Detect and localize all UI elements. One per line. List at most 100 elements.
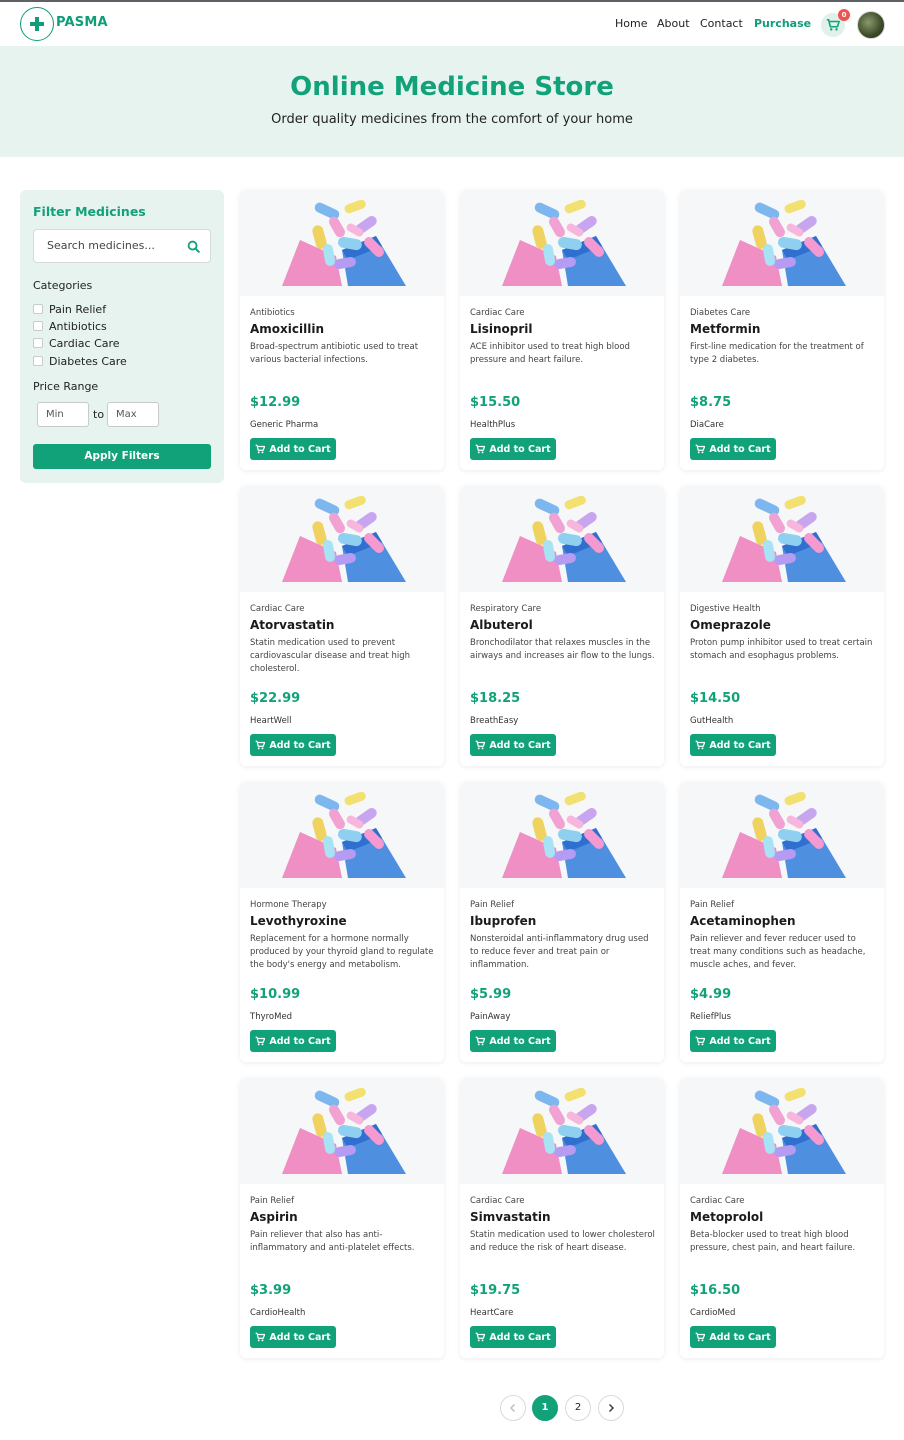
add-to-cart-button[interactable]: Add to Cart	[250, 1326, 336, 1348]
product-manufacturer: HeartCare	[470, 1308, 514, 1318]
cart-count-badge: 0	[838, 9, 850, 21]
product-image	[680, 782, 884, 888]
product-category: Pain Relief	[250, 1196, 295, 1206]
cart-icon	[256, 1036, 266, 1046]
price-range-separator: to	[93, 408, 105, 421]
product-card: Diabetes Care Metformin First-line medic…	[680, 190, 884, 470]
nav-contact[interactable]: Contact	[700, 17, 743, 30]
add-to-cart-button[interactable]: Add to Cart	[690, 734, 776, 756]
add-to-cart-label: Add to Cart	[269, 739, 331, 751]
product-image	[240, 1078, 444, 1184]
category-checkbox-pain-relief[interactable]: Pain Relief	[33, 302, 106, 316]
category-checkbox-cardiac-care[interactable]: Cardiac Care	[33, 336, 120, 350]
product-category: Digestive Health	[690, 604, 761, 614]
max-price-input[interactable]: Max	[107, 402, 159, 427]
product-name[interactable]: Levothyroxine	[250, 914, 347, 928]
product-name[interactable]: Simvastatin	[470, 1210, 551, 1224]
add-to-cart-button[interactable]: Add to Cart	[250, 1030, 336, 1052]
filter-title: Filter Medicines	[33, 204, 146, 219]
add-to-cart-button[interactable]: Add to Cart	[250, 734, 336, 756]
nav-purchase[interactable]: Purchase	[754, 17, 811, 30]
page-title: Online Medicine Store	[290, 72, 614, 102]
product-image	[240, 190, 444, 296]
medical-cross-icon	[30, 17, 44, 31]
checkbox[interactable]	[33, 338, 43, 348]
cart-icon	[256, 1332, 266, 1342]
pills-illustration-icon	[502, 199, 626, 286]
next-page-button[interactable]	[598, 1395, 624, 1421]
add-to-cart-button[interactable]: Add to Cart	[690, 1326, 776, 1348]
page-subtitle: Order quality medicines from the comfort…	[271, 112, 633, 127]
product-manufacturer: ReliefPlus	[690, 1012, 732, 1022]
product-name[interactable]: Atorvastatin	[250, 618, 334, 632]
product-name[interactable]: Amoxicillin	[250, 322, 324, 336]
product-price: $12.99	[250, 395, 301, 410]
product-name[interactable]: Omeprazole	[690, 618, 771, 632]
prev-page-button[interactable]	[500, 1395, 526, 1421]
add-to-cart-label: Add to Cart	[489, 443, 551, 455]
search-icon[interactable]	[187, 240, 200, 253]
product-description: Statin medication used to lower choleste…	[470, 1230, 655, 1253]
user-avatar[interactable]	[857, 11, 885, 39]
product-card: Cardiac Care Simvastatin Statin medicati…	[460, 1078, 664, 1358]
add-to-cart-button[interactable]: Add to Cart	[470, 734, 556, 756]
add-to-cart-label: Add to Cart	[489, 739, 551, 751]
product-manufacturer: Generic Pharma	[250, 420, 319, 430]
cart-icon	[476, 1332, 486, 1342]
pills-illustration-icon	[722, 495, 846, 582]
product-name[interactable]: Metformin	[690, 322, 760, 336]
top-navbar: PASMA Home About Contact Purchase 0	[0, 2, 904, 46]
search-input[interactable]	[47, 239, 177, 252]
cart-icon	[696, 1036, 706, 1046]
product-card: Pain Relief Aspirin Pain reliever that a…	[240, 1078, 444, 1358]
category-label: Antibiotics	[49, 319, 107, 333]
pills-illustration-icon	[282, 1087, 406, 1174]
category-checkbox-antibiotics[interactable]: Antibiotics	[33, 319, 107, 333]
product-name[interactable]: Metoprolol	[690, 1210, 763, 1224]
checkbox[interactable]	[33, 356, 43, 366]
add-to-cart-button[interactable]: Add to Cart	[690, 438, 776, 460]
checkbox[interactable]	[33, 304, 43, 314]
category-label: Cardiac Care	[49, 336, 120, 350]
product-name[interactable]: Acetaminophen	[690, 914, 796, 928]
cart-icon	[696, 444, 706, 454]
product-card: Pain Relief Acetaminophen Pain reliever …	[680, 782, 884, 1062]
add-to-cart-label: Add to Cart	[709, 1331, 771, 1343]
pills-illustration-icon	[282, 791, 406, 878]
add-to-cart-button[interactable]: Add to Cart	[470, 438, 556, 460]
add-to-cart-label: Add to Cart	[269, 443, 331, 455]
cart-icon	[256, 740, 266, 750]
apply-filters-button[interactable]: Apply Filters	[33, 444, 211, 469]
brand-name[interactable]: PASMA	[56, 15, 108, 30]
add-to-cart-button[interactable]: Add to Cart	[470, 1326, 556, 1348]
add-to-cart-button[interactable]: Add to Cart	[690, 1030, 776, 1052]
cart-icon	[826, 18, 840, 31]
pills-illustration-icon	[722, 791, 846, 878]
nav-home[interactable]: Home	[615, 17, 647, 30]
product-category: Hormone Therapy	[250, 900, 327, 910]
min-price-input[interactable]: Min	[37, 402, 89, 427]
hero-banner: Online Medicine Store Order quality medi…	[0, 46, 904, 157]
product-name[interactable]: Aspirin	[250, 1210, 298, 1224]
checkbox[interactable]	[33, 321, 43, 331]
product-price: $14.50	[690, 691, 741, 706]
brand-logo[interactable]	[20, 7, 54, 41]
nav-about[interactable]: About	[657, 17, 690, 30]
chevron-left-icon	[510, 1404, 515, 1412]
product-image	[680, 486, 884, 592]
add-to-cart-button[interactable]: Add to Cart	[250, 438, 336, 460]
product-category: Diabetes Care	[690, 308, 751, 318]
product-name[interactable]: Albuterol	[470, 618, 533, 632]
product-manufacturer: DiaCare	[690, 420, 724, 430]
product-description: Beta-blocker used to treat high blood pr…	[690, 1230, 856, 1253]
page-button-2[interactable]: 2	[565, 1395, 591, 1421]
page-button-1[interactable]: 1	[532, 1395, 558, 1421]
product-image	[460, 1078, 664, 1184]
product-price: $19.75	[470, 1283, 521, 1298]
add-to-cart-button[interactable]: Add to Cart	[470, 1030, 556, 1052]
product-name[interactable]: Lisinopril	[470, 322, 533, 336]
category-checkbox-diabetes-care[interactable]: Diabetes Care	[33, 354, 127, 368]
product-category: Cardiac Care	[250, 604, 305, 614]
product-manufacturer: ThyroMed	[250, 1012, 293, 1022]
product-name[interactable]: Ibuprofen	[470, 914, 536, 928]
